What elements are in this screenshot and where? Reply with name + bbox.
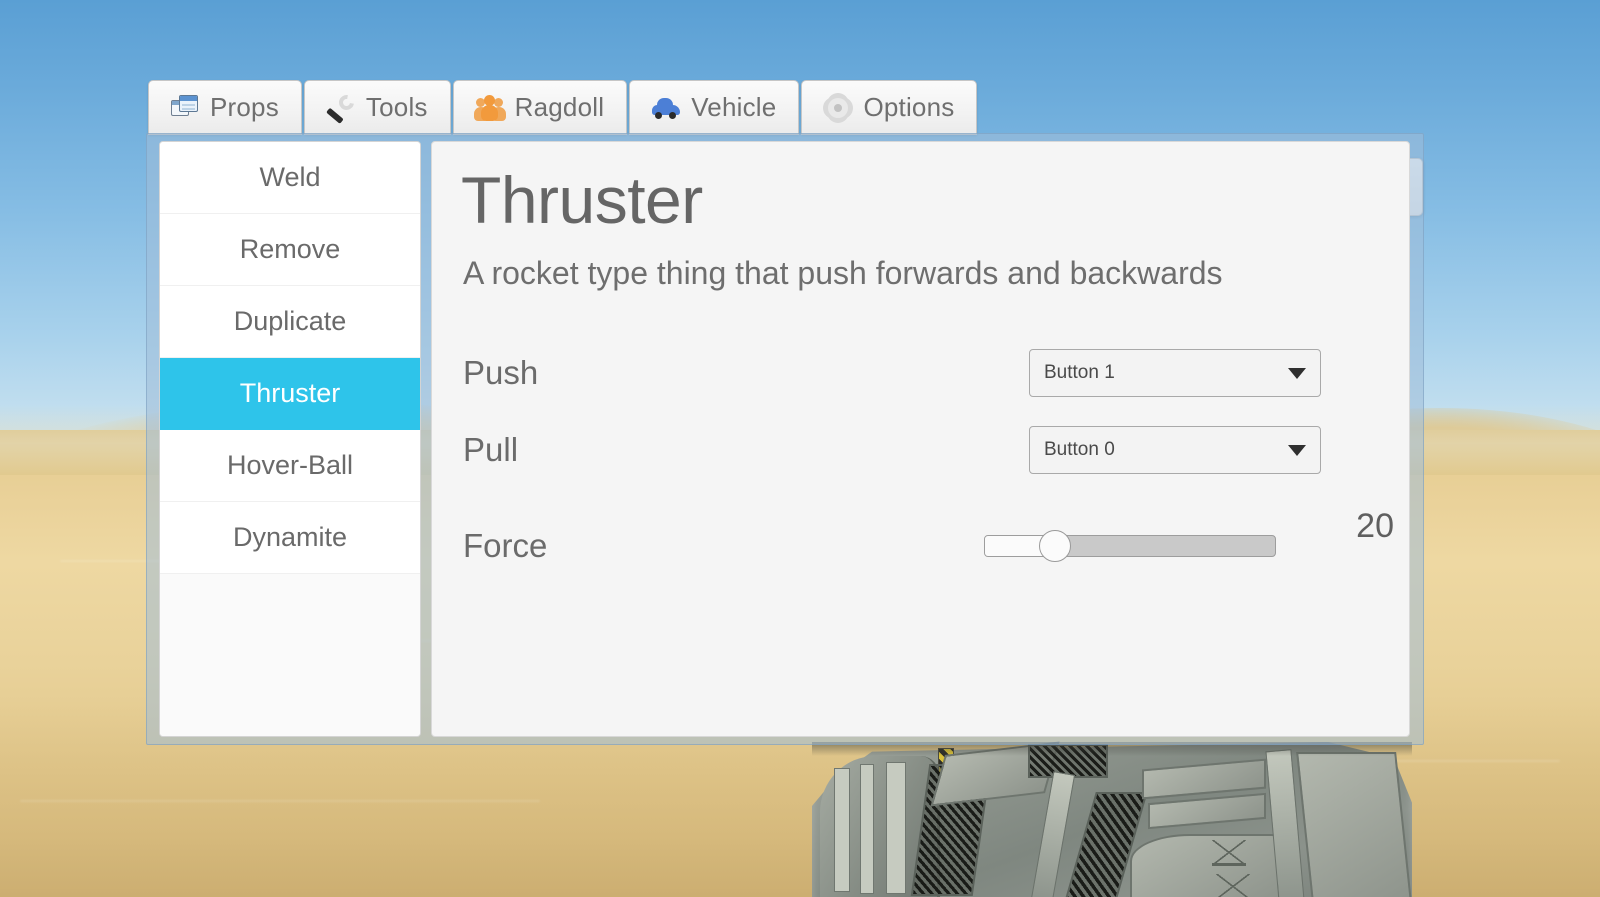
tool-list-sidebar: Weld Remove Duplicate Thruster Hover-Bal…	[159, 141, 421, 737]
tab-ragdoll-label: Ragdoll	[514, 92, 605, 122]
tab-options[interactable]: Options	[801, 80, 978, 135]
force-slider-handle[interactable]	[1038, 530, 1071, 562]
force-value-label: 20	[1356, 507, 1394, 545]
field-row-push: Push Button 1	[463, 343, 1381, 403]
sidebar-item-thruster[interactable]: Thruster	[160, 358, 420, 430]
field-row-force: Force	[463, 516, 1381, 576]
push-binding-select[interactable]: Button 1	[1029, 349, 1321, 397]
force-slider-track[interactable]	[984, 530, 1276, 562]
tool-detail-panel: Thruster A rocket type thing that push f…	[431, 141, 1410, 737]
pull-binding-select[interactable]: Button 0	[1029, 426, 1321, 474]
sidebar-item-remove[interactable]: Remove	[160, 214, 420, 286]
car-icon	[652, 94, 681, 122]
chevron-down-icon	[1288, 444, 1306, 456]
sidebar-item-weld[interactable]: Weld	[160, 142, 420, 214]
sidebar-item-hover-ball[interactable]: Hover-Ball	[160, 430, 420, 502]
sidebar-empty-space	[160, 574, 420, 736]
push-binding-value: Button 1	[1044, 362, 1115, 383]
tab-props[interactable]: Props	[148, 80, 302, 135]
force-slider[interactable]	[984, 530, 1276, 562]
chevron-down-icon	[1288, 367, 1306, 379]
tab-vehicle[interactable]: Vehicle	[629, 80, 800, 135]
field-label-pull: Pull	[463, 431, 519, 468]
sidebar-item-dynamite[interactable]: Dynamite	[160, 502, 420, 574]
tab-tools[interactable]: Tools	[303, 80, 451, 135]
gear-icon	[824, 94, 852, 122]
field-row-pull: Pull Button 0	[463, 420, 1381, 480]
tab-props-label: Props	[210, 92, 279, 122]
tab-options-label: Options	[863, 92, 955, 122]
tab-tools-label: Tools	[365, 92, 428, 122]
detail-description: A rocket type thing that push forwards a…	[463, 255, 1223, 291]
menu-tabbar: Props Tools Ragdoll Vehicle Options	[148, 80, 1423, 216]
wrench-icon	[325, 91, 357, 124]
windows-copy-icon	[171, 94, 199, 122]
field-label-force: Force	[463, 527, 548, 564]
game-menu-overlay: Props Tools Ragdoll Vehicle Options Weld…	[0, 0, 1600, 897]
tab-vehicle-label: Vehicle	[691, 92, 777, 122]
field-label-push: Push	[463, 354, 539, 391]
detail-title: Thruster	[461, 163, 703, 237]
pull-binding-value: Button 0	[1044, 439, 1115, 460]
sidebar-item-duplicate[interactable]: Duplicate	[160, 286, 420, 358]
tab-list: Props Tools Ragdoll Vehicle Options	[148, 80, 979, 135]
people-group-icon	[473, 94, 506, 122]
tab-ragdoll[interactable]: Ragdoll	[452, 80, 628, 135]
